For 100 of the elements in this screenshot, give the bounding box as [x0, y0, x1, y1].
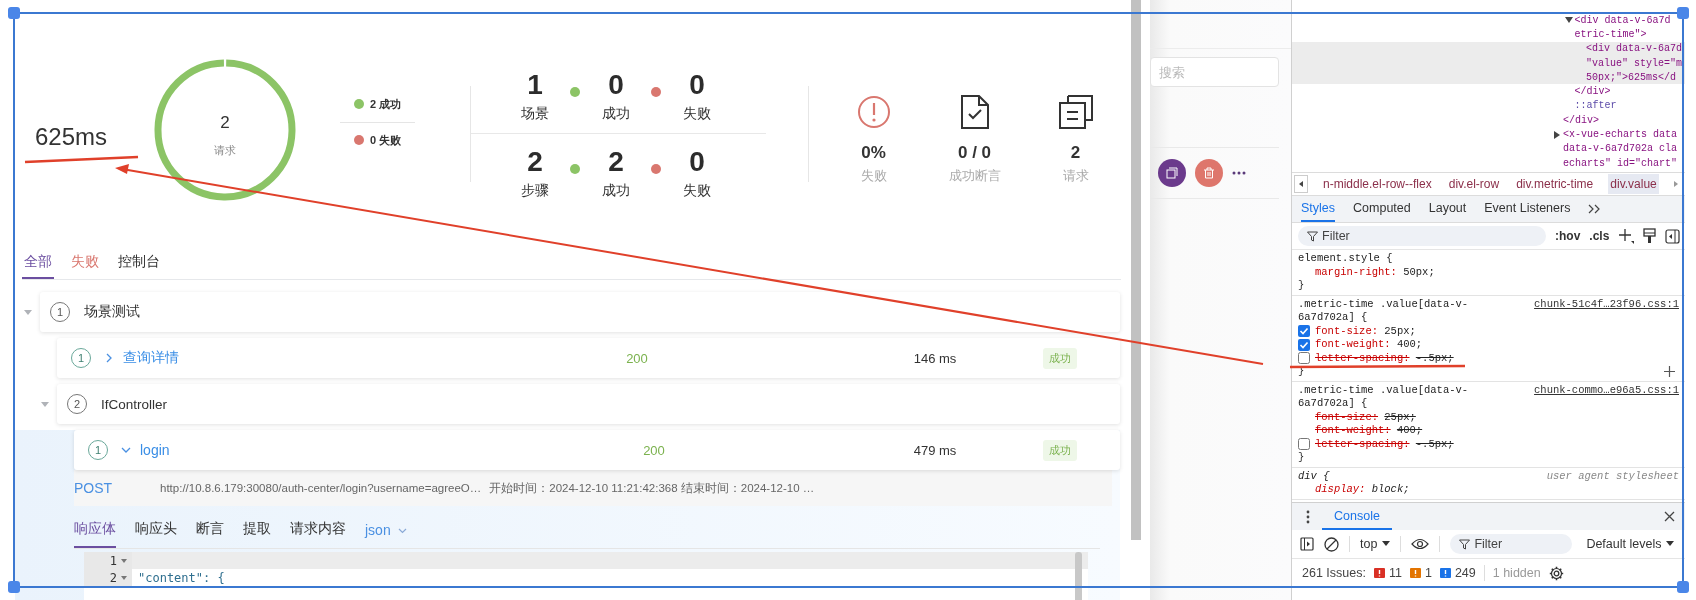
- dom-node-text[interactable]: <x-vue-echarts data: [1563, 129, 1678, 140]
- filter-field[interactable]: Filter: [1450, 534, 1573, 554]
- css-selector: element.style {: [1298, 252, 1394, 266]
- dom-node-text[interactable]: etric-time">: [1574, 28, 1647, 40]
- drawer-tab[interactable]: Console: [1322, 503, 1392, 530]
- metric-value: 625ms: [35, 123, 109, 151]
- issue-count[interactable]: 1: [1424, 566, 1432, 580]
- css-value: -.5px;: [1415, 351, 1454, 365]
- resize-handle[interactable]: [8, 7, 20, 19]
- css-property: letter-spacing:: [1315, 437, 1410, 451]
- filter-icon: [1459, 539, 1471, 550]
- dom-node-text[interactable]: <div data-v-6a7d: [1586, 43, 1682, 55]
- checkbox[interactable]: [1298, 338, 1310, 351]
- dom-node-text[interactable]: </div>: [1574, 86, 1611, 98]
- css-selector: div {: [1298, 469, 1331, 483]
- request-name[interactable]: login: [140, 442, 170, 458]
- resize-handle[interactable]: [8, 581, 20, 593]
- dom-node-text[interactable]: data-v-6a7d702a cla: [1563, 143, 1678, 155]
- selection-frame[interactable]: [13, 12, 1684, 588]
- scrollbar-thumb[interactable]: [1131, 0, 1141, 540]
- dom-node-text[interactable]: echarts" id="chart": [1563, 157, 1678, 169]
- issues-label: 261 Issues:: [1302, 566, 1366, 580]
- dom-node-text[interactable]: "value" style="m: [1586, 57, 1682, 69]
- request-name[interactable]: 查询详情: [123, 349, 179, 367]
- css-property: margin-right:: [1315, 265, 1397, 279]
- tree-node-card[interactable]: 2 IfController: [57, 384, 1120, 424]
- issue-count[interactable]: 249: [1454, 566, 1476, 580]
- breadcrumb[interactable]: div.metric-time: [1514, 174, 1596, 194]
- settings-icon[interactable]: [1548, 565, 1564, 581]
- checkbox[interactable]: [1298, 438, 1310, 451]
- resize-handle[interactable]: [1677, 7, 1689, 19]
- response-tab[interactable]: 提取: [243, 512, 271, 548]
- dom-node-text[interactable]: <div data-v-6a7d: [1574, 14, 1671, 26]
- fail-dot: [651, 163, 661, 174]
- filter-icon: [1307, 231, 1318, 242]
- clear-icon[interactable]: [1324, 536, 1339, 552]
- result-tab[interactable]: 控制台: [116, 246, 162, 279]
- response-tab[interactable]: 响应体: [74, 512, 116, 548]
- css-property: font-weight:: [1315, 338, 1391, 352]
- issue-count[interactable]: 11: [1388, 566, 1402, 580]
- panel-tab[interactable]: Layout: [1428, 196, 1467, 222]
- hidden-count: 1 hidden: [1492, 566, 1541, 580]
- more-icon[interactable]: [1232, 171, 1246, 175]
- add-icon[interactable]: [1618, 228, 1635, 244]
- count-value: 2: [608, 145, 624, 178]
- count-label: 成功: [602, 103, 630, 123]
- kebab-menu-icon[interactable]: [1306, 509, 1310, 524]
- css-property: display:: [1315, 483, 1366, 497]
- code-editor[interactable]: 1 2 "content": {: [84, 552, 1088, 600]
- delete-button[interactable]: [1195, 159, 1223, 187]
- scrollbar-thumb[interactable]: [1075, 552, 1082, 600]
- panel-tab[interactable]: Event Listeners: [1484, 196, 1571, 222]
- toolbar-toggle[interactable]: .cls: [1589, 229, 1610, 243]
- panel-tab[interactable]: Computed: [1353, 196, 1411, 222]
- request-card[interactable]: 1 查询详情 200 146 ms 成功: [57, 338, 1120, 378]
- panel-tab[interactable]: Styles: [1301, 196, 1336, 222]
- dom-node-text[interactable]: 50px;">625ms</d: [1586, 71, 1676, 83]
- checkbox[interactable]: [1298, 325, 1310, 338]
- stylesheet-link[interactable]: chunk-51c4f…23f96.css:1: [1534, 297, 1679, 325]
- filter-field[interactable]: Filter: [1298, 226, 1546, 246]
- tree-node-card[interactable]: 1 场景测试: [40, 292, 1120, 332]
- toolbar-toggle[interactable]: :hov: [1555, 229, 1581, 243]
- breadcrumb[interactable]: n-middle.el-row--flex: [1321, 174, 1434, 194]
- dom-node-text[interactable]: </div>: [1563, 114, 1599, 126]
- request-url[interactable]: http://10.8.6.179:30080/auth-center/login?username=agreeO…: [160, 482, 482, 494]
- sidebar-icon[interactable]: [1300, 537, 1314, 551]
- code-text: "content": {: [138, 570, 225, 585]
- add-icon[interactable]: [1664, 366, 1675, 378]
- sidebar-icon[interactable]: [1665, 228, 1681, 244]
- breadcrumb[interactable]: div.el-row: [1446, 174, 1502, 194]
- scroll-left-icon[interactable]: [1294, 175, 1308, 193]
- search-field[interactable]: 搜索: [1150, 57, 1279, 87]
- resize-handle[interactable]: [1677, 581, 1689, 593]
- issue-icon: [1373, 567, 1385, 579]
- levels-select[interactable]: Default levels: [1586, 537, 1675, 551]
- request-card[interactable]: 1 login 200 479 ms 成功: [74, 430, 1120, 470]
- line-number: 2: [109, 570, 117, 585]
- line-number: 1: [109, 553, 117, 568]
- trash-icon: [1203, 167, 1215, 179]
- caret-icon: [1382, 541, 1391, 547]
- dom-node-text[interactable]: ::after: [1574, 100, 1617, 112]
- expand-arrow-icon[interactable]: [1553, 130, 1561, 139]
- checkbox[interactable]: [1298, 352, 1310, 365]
- css-property: font-weight:: [1315, 424, 1391, 438]
- scroll-right-icon[interactable]: [1671, 180, 1680, 188]
- breadcrumb[interactable]: div.value: [1608, 174, 1659, 194]
- response-tab[interactable]: 请求内容: [290, 512, 346, 548]
- stylesheet-link[interactable]: user agent stylesheet: [1546, 469, 1679, 483]
- result-tab[interactable]: 全部: [22, 246, 54, 279]
- response-tab[interactable]: 断言: [196, 512, 224, 548]
- eye-icon[interactable]: [1411, 538, 1430, 550]
- context-select[interactable]: top: [1360, 537, 1391, 551]
- http-method: POST: [74, 480, 114, 496]
- paint-brush-icon[interactable]: [1643, 228, 1657, 244]
- copy-button[interactable]: [1158, 159, 1186, 187]
- expand-arrow-icon[interactable]: [1564, 16, 1573, 25]
- css-value: 25px;: [1384, 324, 1416, 338]
- close-icon[interactable]: [1664, 511, 1675, 522]
- response-tab[interactable]: 响应头: [135, 512, 177, 548]
- stylesheet-link[interactable]: chunk-commo…e96a5.css:1: [1534, 383, 1679, 411]
